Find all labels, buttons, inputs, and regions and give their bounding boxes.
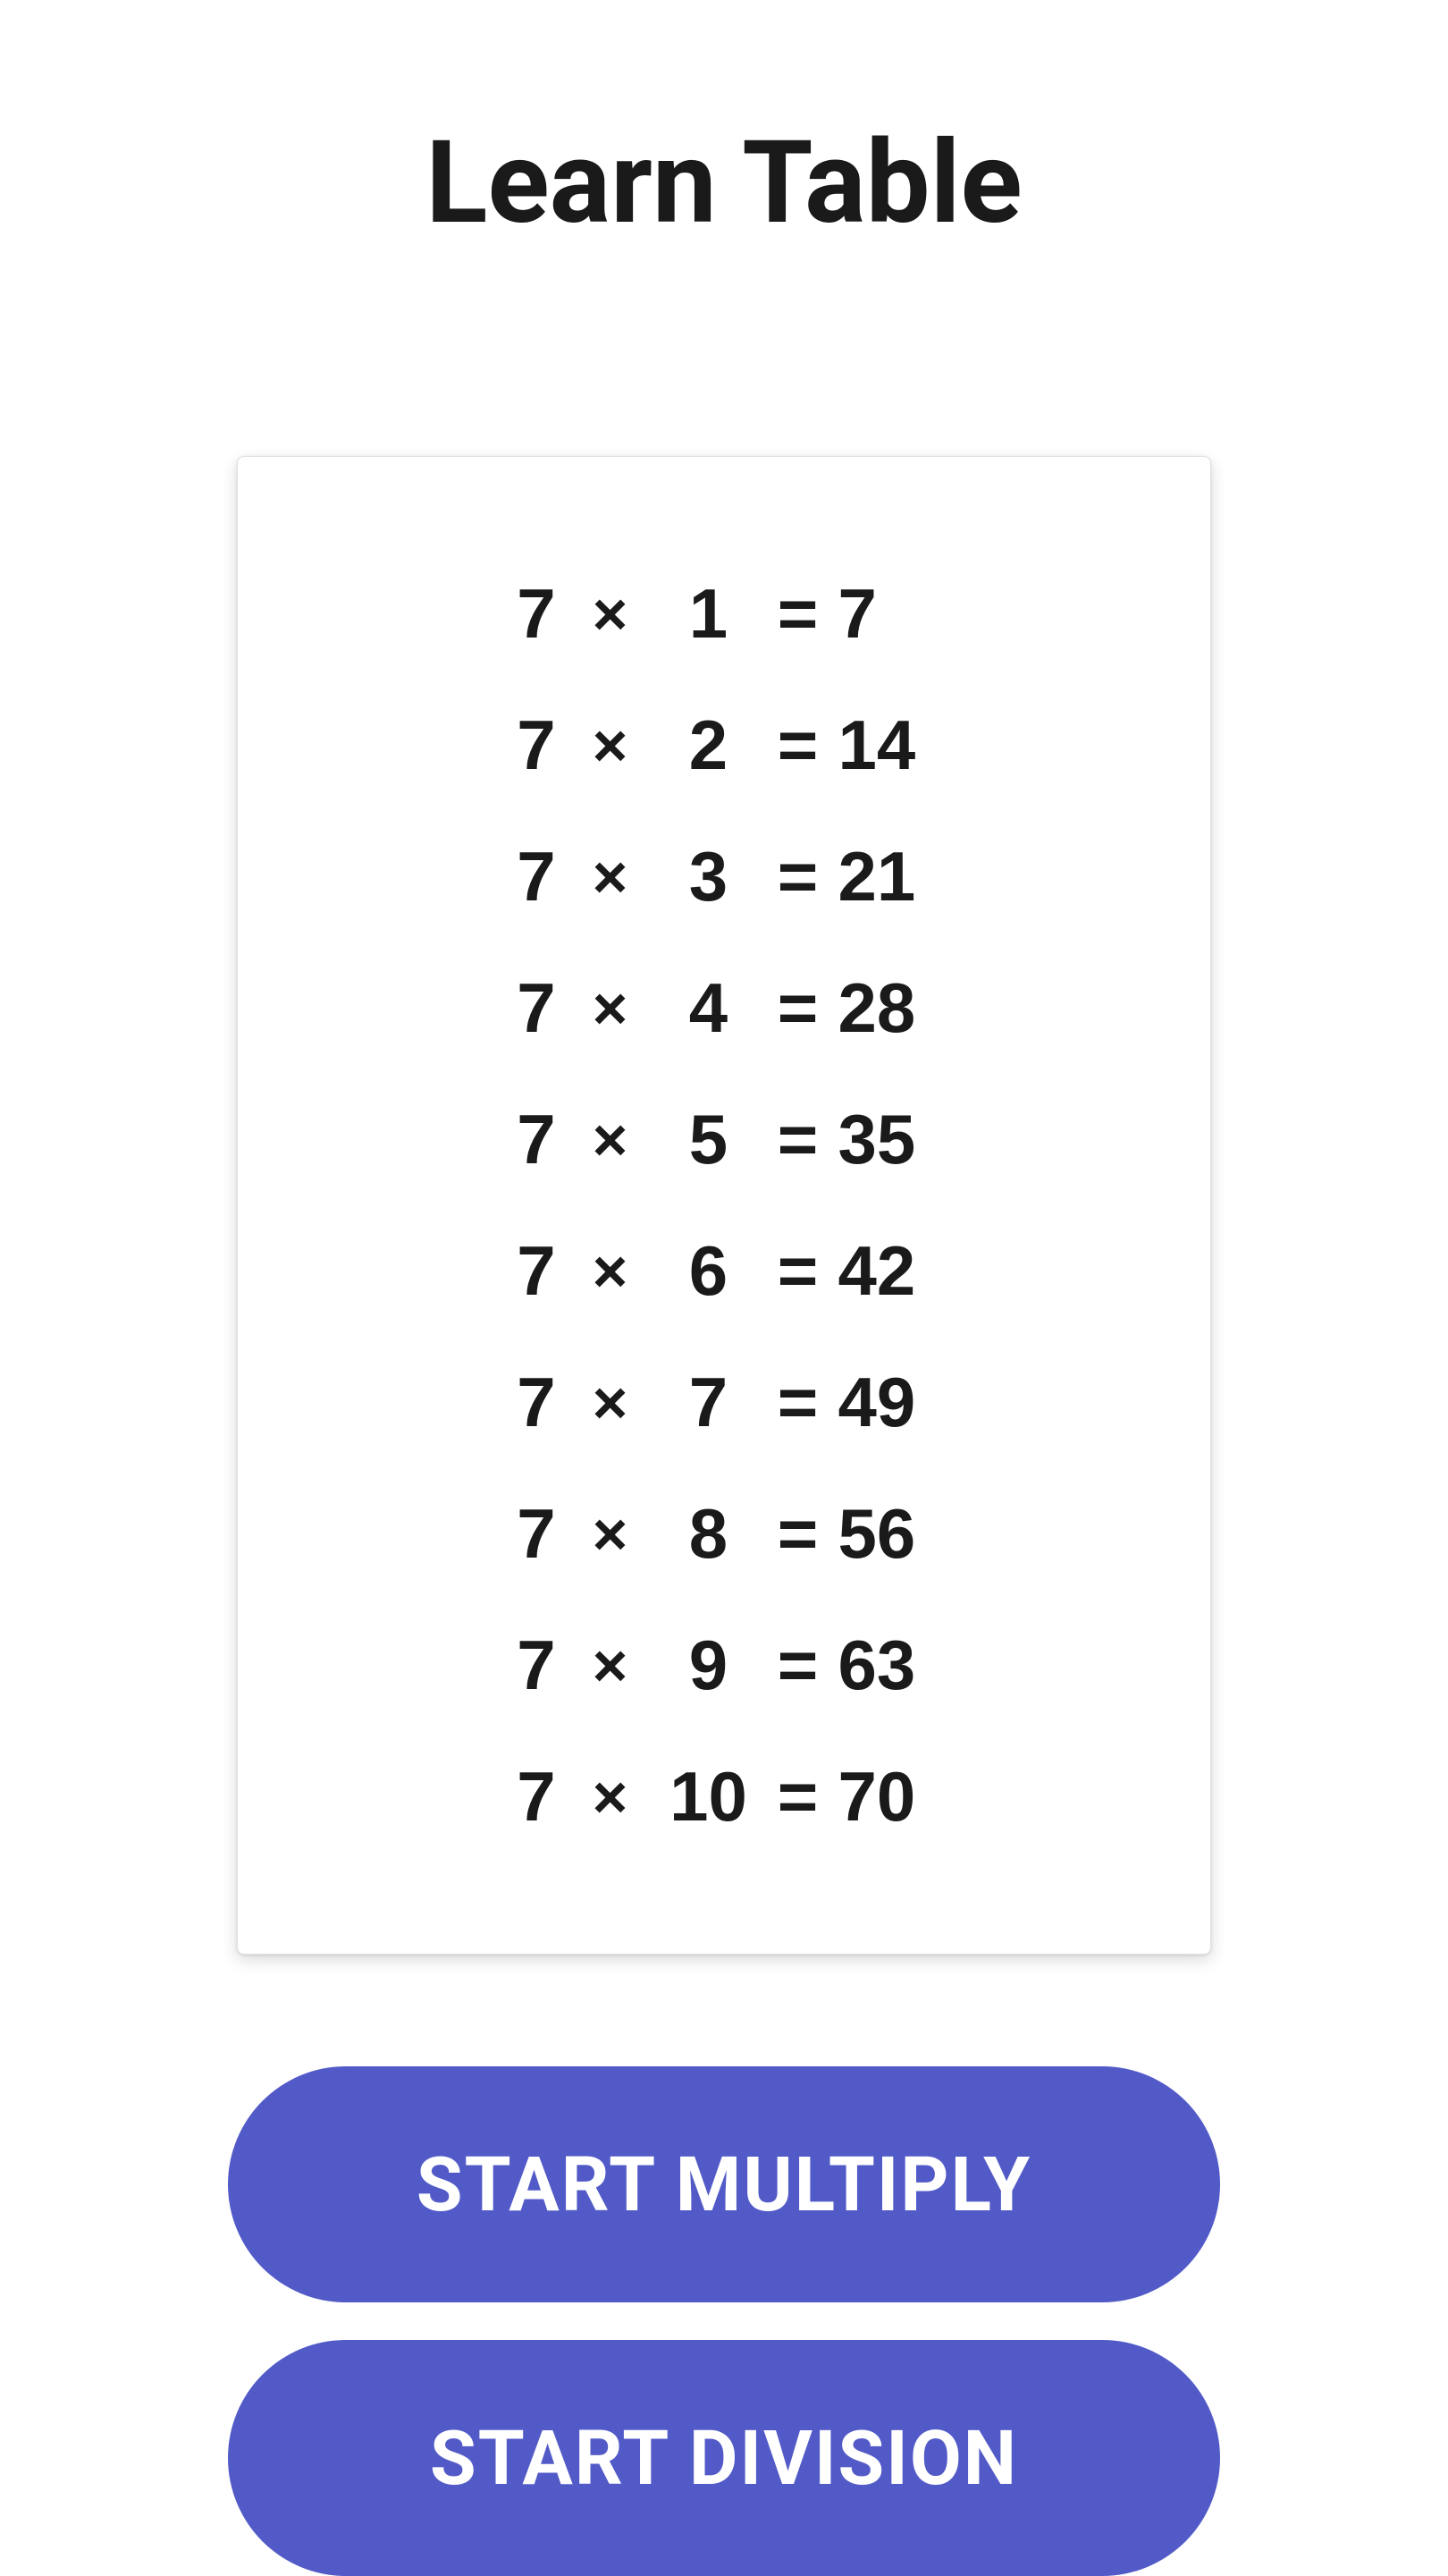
equals-sign: = — [767, 1362, 829, 1443]
equals-sign: = — [767, 1099, 829, 1180]
table-row: 7×6=42 — [503, 1230, 946, 1312]
operand1: 7 — [503, 1362, 570, 1443]
result: 70 — [829, 1756, 946, 1837]
result: 49 — [829, 1362, 946, 1443]
operand2: 3 — [651, 836, 767, 917]
result: 63 — [829, 1625, 946, 1706]
table-row: 7×7=49 — [503, 1362, 946, 1443]
table-row: 7×10=70 — [503, 1756, 946, 1837]
page-title: Learn Table — [425, 116, 1022, 250]
operand1: 7 — [503, 705, 570, 786]
operand2: 8 — [651, 1493, 767, 1575]
result: 42 — [829, 1230, 946, 1312]
multiply-icon: × — [570, 1368, 651, 1438]
operand2: 4 — [651, 967, 767, 1049]
result: 14 — [829, 705, 946, 786]
multiply-icon: × — [570, 974, 651, 1043]
operand1: 7 — [503, 836, 570, 917]
operand1: 7 — [503, 1099, 570, 1180]
table-row: 7×4=28 — [503, 967, 946, 1049]
operand2: 10 — [651, 1756, 767, 1837]
equals-sign: = — [767, 705, 829, 786]
multiply-icon: × — [570, 1237, 651, 1306]
table-row: 7×2=14 — [503, 705, 946, 786]
equals-sign: = — [767, 1493, 829, 1575]
multiply-icon: × — [570, 842, 651, 912]
multiply-icon: × — [570, 579, 651, 649]
multiply-icon: × — [570, 1499, 651, 1569]
table-row: 7×9=63 — [503, 1625, 946, 1706]
operand1: 7 — [503, 573, 570, 655]
buttons-container: START MULTIPLY START DIVISION — [228, 2066, 1220, 2576]
table-row: 7×5=35 — [503, 1099, 946, 1180]
result: 56 — [829, 1493, 946, 1575]
table-row: 7×3=21 — [503, 836, 946, 917]
operand1: 7 — [503, 1756, 570, 1837]
equals-sign: = — [767, 573, 829, 655]
equals-sign: = — [767, 1230, 829, 1312]
multiplication-table-card: 7×1=77×2=147×3=217×4=287×5=357×6=427×7=4… — [237, 456, 1211, 1955]
operand2: 6 — [651, 1230, 767, 1312]
start-multiply-button[interactable]: START MULTIPLY — [228, 2066, 1220, 2302]
result: 35 — [829, 1099, 946, 1180]
multiply-icon: × — [570, 1631, 651, 1701]
operand1: 7 — [503, 1230, 570, 1312]
start-division-button[interactable]: START DIVISION — [228, 2340, 1220, 2576]
operand2: 1 — [651, 573, 767, 655]
table-row: 7×1=7 — [503, 573, 946, 655]
operand2: 7 — [651, 1362, 767, 1443]
table-rows: 7×1=77×2=147×3=217×4=287×5=357×6=427×7=4… — [503, 573, 946, 1837]
operand1: 7 — [503, 1493, 570, 1575]
multiply-icon: × — [570, 1105, 651, 1175]
result: 7 — [829, 573, 946, 655]
multiply-icon: × — [570, 1762, 651, 1832]
result: 21 — [829, 836, 946, 917]
table-row: 7×8=56 — [503, 1493, 946, 1575]
operand2: 5 — [651, 1099, 767, 1180]
equals-sign: = — [767, 836, 829, 917]
operand2: 9 — [651, 1625, 767, 1706]
multiply-icon: × — [570, 711, 651, 781]
operand1: 7 — [503, 1625, 570, 1706]
result: 28 — [829, 967, 946, 1049]
operand2: 2 — [651, 705, 767, 786]
equals-sign: = — [767, 1625, 829, 1706]
equals-sign: = — [767, 1756, 829, 1837]
equals-sign: = — [767, 967, 829, 1049]
operand1: 7 — [503, 967, 570, 1049]
